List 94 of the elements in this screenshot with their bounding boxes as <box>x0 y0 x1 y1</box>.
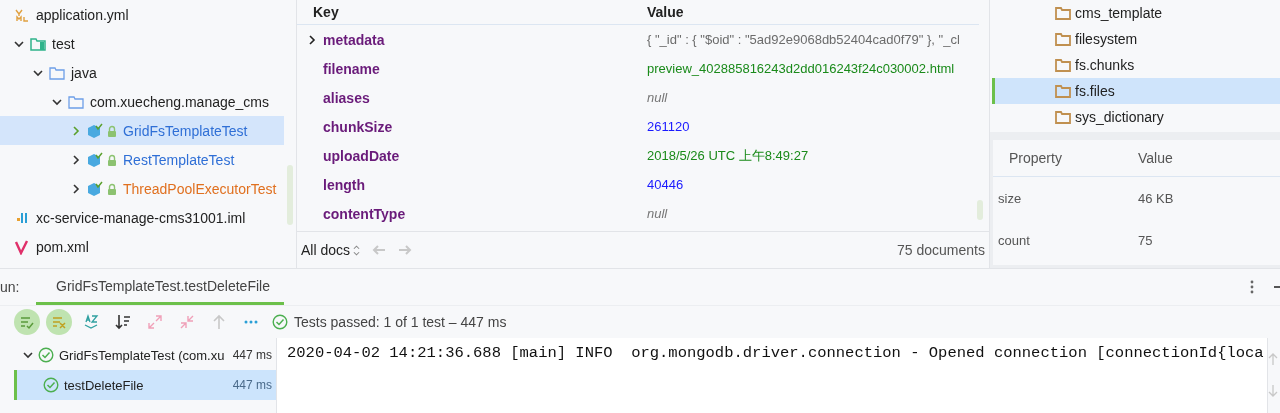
maven-icon <box>14 238 30 255</box>
run-label: un: <box>0 278 21 297</box>
test-folder-icon <box>30 35 46 52</box>
check-circle-icon <box>272 314 288 330</box>
tree-item[interactable]: com.xuecheng.manage_cms <box>0 87 287 116</box>
field-value: preview_402885816243d2dd016243f24c030002.html <box>646 61 955 76</box>
field-key: filename <box>323 60 380 77</box>
chevron-icon[interactable] <box>14 38 24 49</box>
field-key: contentType <box>323 205 406 222</box>
package-icon <box>68 93 84 110</box>
field-value: 40446 <box>646 177 684 192</box>
folder-icon <box>1055 83 1071 99</box>
chevron-icon[interactable] <box>307 34 317 45</box>
chevron-icon[interactable] <box>71 154 81 165</box>
chevron-icon[interactable] <box>33 67 43 78</box>
list-check-icon <box>19 314 35 330</box>
field-key: uploadDate <box>323 147 400 164</box>
tree-item-label: xc-service-manage-cms31001.iml <box>36 209 246 226</box>
collapse-icon <box>179 314 195 330</box>
console-line: 2020-04-02 14:21:36.688 [main] INFO org.mongodb.driver.connection - Opened connection [connectionId{loca <box>287 344 1265 362</box>
test-class-icon <box>87 151 117 168</box>
folder-icon <box>1055 109 1071 125</box>
tree-item-label: GridFsTemplateTest <box>123 122 248 139</box>
collection-item[interactable]: cms_template <box>992 0 1280 26</box>
scrollbar[interactable] <box>977 200 983 220</box>
field-key: chunkSize <box>323 118 393 135</box>
show-passed-button[interactable] <box>14 309 40 335</box>
list-cross-icon <box>51 314 67 330</box>
tree-item-label: RestTemplateTest <box>123 151 235 168</box>
sort-icon <box>115 314 131 330</box>
column-header: Key <box>312 4 340 20</box>
column-header: Value <box>646 4 684 20</box>
tree-item[interactable]: xc-service-manage-cms31001.iml <box>0 203 287 232</box>
test-name: GridFsTemplateTest (com.xu <box>59 347 225 363</box>
column-header: Property <box>1008 150 1063 166</box>
run-tab[interactable]: GridFsTemplateTest.testDeleteFile <box>36 269 284 305</box>
scroll-up-icon[interactable] <box>1268 352 1278 366</box>
test-duration: 447 ms <box>232 378 273 392</box>
tree-item-label: test <box>52 35 75 52</box>
show-ignored-button[interactable] <box>46 309 72 335</box>
document-count: 75 documents <box>897 242 985 258</box>
tree-item[interactable]: test <box>0 29 287 58</box>
tree-item[interactable]: java <box>0 58 287 87</box>
field-value: 261120 <box>646 119 690 134</box>
tree-item[interactable]: RestTemplateTest <box>0 145 287 174</box>
field-key: aliases <box>323 89 370 106</box>
up-arrow-icon <box>211 314 227 330</box>
expand-icon <box>147 314 163 330</box>
collection-item[interactable]: fs.chunks <box>992 52 1280 78</box>
field-value: 2018/5/26 UTC 上午8:49:27 <box>646 146 809 165</box>
collection-item[interactable]: fs.files <box>992 78 1280 104</box>
test-status: Tests passed: 1 of 1 test – 447 ms <box>294 314 507 330</box>
field-key: length <box>323 176 365 193</box>
test-item[interactable]: GridFsTemplateTest (com.xu 447 ms <box>14 340 276 370</box>
tree-item-label: ThreadPoolExecutorTest <box>123 180 277 197</box>
scrollbar[interactable] <box>287 165 293 225</box>
chevron-icon[interactable] <box>52 96 62 107</box>
test-item[interactable]: testDeleteFile 447 ms <box>14 370 276 400</box>
tree-item[interactable]: application.yml <box>0 0 287 29</box>
forward-arrow-icon[interactable] <box>398 244 413 256</box>
filter-dropdown[interactable]: All docs <box>301 242 361 258</box>
folder-icon <box>1055 57 1071 73</box>
collection-item[interactable]: sys_dictionary <box>992 104 1280 130</box>
tree-item[interactable]: pom.xml <box>0 232 287 261</box>
test-class-icon <box>87 122 117 139</box>
property-value: 46 KB <box>1138 190 1174 206</box>
chevron-icon[interactable] <box>71 183 81 194</box>
field-value: { "_id" : { "$oid" : "5ad92e9068db52404cad0f79" }, "_cl <box>646 32 960 47</box>
scroll-down-icon[interactable] <box>1268 384 1278 398</box>
column-header: Value <box>1138 150 1173 166</box>
tree-item-label: application.yml <box>36 6 129 23</box>
folder-icon <box>1055 31 1071 47</box>
dots-icon <box>243 320 259 324</box>
folder-icon <box>1055 5 1071 21</box>
property-name: size <box>997 190 1023 206</box>
property-name: count <box>997 232 1031 248</box>
tree-item-label: java <box>71 64 97 81</box>
collection-item[interactable]: filesystem <box>992 26 1280 52</box>
tree-item-label: pom.xml <box>36 238 89 255</box>
test-class-icon <box>87 180 117 197</box>
folder-icon <box>49 64 65 81</box>
sort-alpha-icon <box>83 314 99 330</box>
chevron-icon[interactable] <box>23 350 33 360</box>
more-options-icon[interactable] <box>1250 280 1254 294</box>
back-arrow-icon[interactable] <box>372 244 387 256</box>
test-name: testDeleteFile <box>64 377 144 393</box>
test-duration: 447 ms <box>232 348 273 362</box>
field-value: null <box>646 90 668 105</box>
field-value: null <box>646 206 668 221</box>
updown-icon <box>353 244 361 256</box>
tree-item-label: com.xuecheng.manage_cms <box>90 93 269 110</box>
tree-item[interactable]: GridFsTemplateTest <box>0 116 284 145</box>
property-value: 75 <box>1138 232 1153 248</box>
field-key: metadata <box>323 31 385 48</box>
